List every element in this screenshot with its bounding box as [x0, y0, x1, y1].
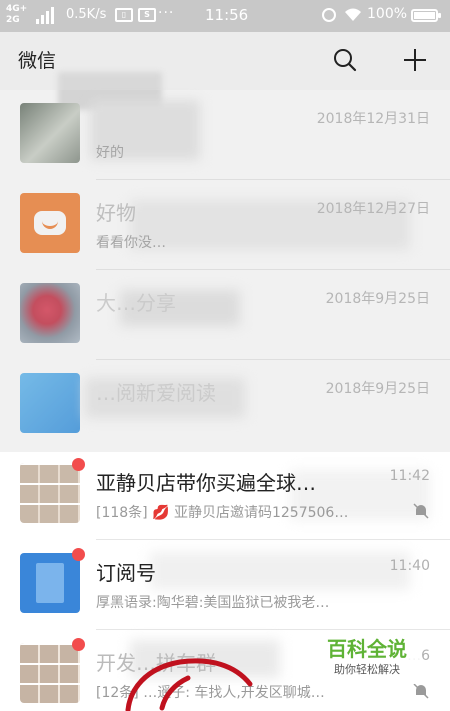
avatar — [20, 103, 80, 163]
mute-icon — [413, 503, 429, 519]
add-icon[interactable] — [403, 48, 427, 72]
watermark-subtitle: 助你轻松解决 — [334, 663, 400, 676]
chat-item[interactable]: 订阅号 厚黑语录:陶华碧:美国监狱已被我老… 11:40 — [0, 540, 450, 630]
chat-name: 订阅号 — [96, 561, 156, 585]
chat-preview: 好的 — [96, 145, 124, 161]
status-bar: 4G+ 2G 0.5K/s ▯ S ··· 11:56 100% — [0, 0, 450, 32]
avatar — [20, 283, 80, 343]
chat-item[interactable]: 亚静贝店带你买遍全球… [118条] 💋 亚静贝店邀请码1257506… 11:… — [0, 450, 450, 540]
chat-name: 大…分享 — [96, 291, 176, 315]
chat-item[interactable]: …阅新爱阅读 2018年9月25日 — [0, 360, 450, 450]
chat-time: 11:40 — [389, 558, 430, 574]
watermark-title: 百科全说 — [327, 637, 407, 661]
unread-dot — [72, 548, 85, 561]
chat-time: 2018年9月25日 — [325, 291, 430, 307]
status-time: 11:56 — [205, 6, 249, 24]
unread-dot — [72, 638, 85, 651]
chat-item[interactable]: 好的 2018年12月31日 — [0, 90, 450, 180]
notification-icon: ▯ — [115, 8, 133, 22]
chat-item[interactable]: 好物 看看你没… 2018年12月27日 — [0, 180, 450, 270]
avatar — [20, 553, 80, 613]
chat-preview: 看看你没… — [96, 235, 166, 251]
blurred-region — [150, 552, 410, 590]
alarm-icon — [322, 8, 336, 22]
chat-preview: 厚黑语录:陶华碧:美国监狱已被我老… — [96, 595, 330, 611]
network-type-top: 4G+ — [6, 4, 28, 14]
chat-time: 2018年9月25日 — [325, 381, 430, 397]
battery-icon — [411, 9, 441, 22]
search-icon[interactable] — [333, 48, 357, 72]
watermark-logo: 百科全说 助你轻松解决 — [314, 632, 420, 684]
avatar — [20, 373, 80, 433]
chat-time: 2018年12月31日 — [316, 111, 430, 127]
annotation-arrow-icon — [125, 658, 253, 711]
more-notifications-icon: ··· — [158, 5, 175, 21]
app-notification-icon: S — [138, 8, 156, 22]
network-type-bottom: 2G — [6, 15, 20, 25]
app-header: 微信 — [0, 32, 450, 110]
avatar — [20, 463, 80, 523]
chat-name: …阅新爱阅读 — [96, 381, 216, 405]
chat-name: 亚静贝店带你买遍全球… — [96, 471, 316, 495]
chat-time: 2018年12月27日 — [316, 201, 430, 217]
page-title: 微信 — [18, 50, 57, 72]
signal-icon — [36, 6, 58, 24]
unread-dot — [72, 458, 85, 471]
avatar — [20, 193, 80, 253]
mute-icon — [413, 683, 429, 699]
avatar — [20, 643, 80, 703]
network-type: 4G+ 2G — [6, 4, 27, 26]
wifi-icon — [345, 8, 361, 21]
chat-name: 好物 — [96, 201, 136, 225]
network-speed: 0.5K/s — [66, 7, 107, 22]
battery-percent: 100% — [367, 6, 408, 22]
chat-item[interactable]: 大…分享 2018年9月25日 — [0, 270, 450, 360]
chat-time: 11:42 — [389, 468, 430, 484]
chat-preview: [118条] 💋 亚静贝店邀请码1257506… — [96, 505, 349, 521]
